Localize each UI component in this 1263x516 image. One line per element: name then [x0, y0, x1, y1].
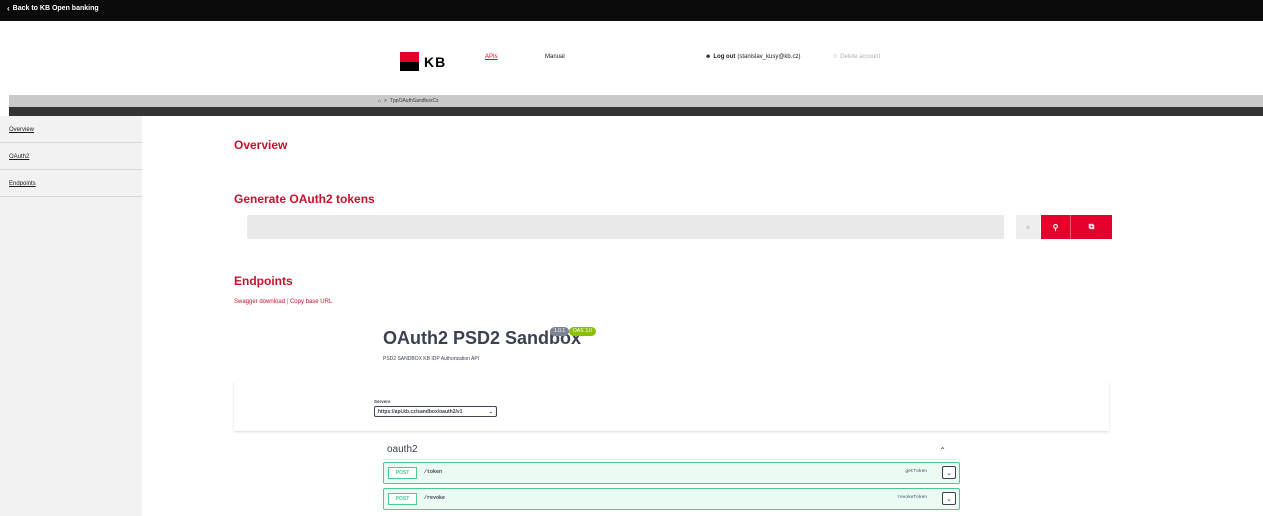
divider-band: [9, 107, 1263, 116]
logo-text: KB: [424, 53, 447, 70]
operation-path: /token: [424, 469, 443, 475]
operation-post-revoke[interactable]: POST /revoke revokeToken ⌄: [383, 488, 960, 510]
back-link-label: Back to KB Open banking: [12, 5, 99, 12]
operation-id: getToken: [905, 469, 927, 474]
top-bar: ‹ Back to KB Open banking: [0, 0, 1263, 21]
servers-label: Servers: [374, 399, 391, 404]
chevron-left-icon: ‹: [7, 4, 10, 13]
copy-base-url-link[interactable]: Copy base URL: [290, 299, 332, 305]
breadcrumb-current: TppOAuthSandboxCz: [389, 98, 439, 104]
method-badge: POST: [388, 493, 417, 505]
delete-account-link[interactable]: ☺ Delete account: [832, 54, 880, 60]
swagger-download-link[interactable]: Swagger download: [234, 299, 285, 305]
breadcrumb: ⌂ > TppOAuthSandboxCz: [378, 98, 439, 104]
user-icon: ☻: [705, 54, 712, 60]
sidebar: Overview OAuth2 Endpoints: [0, 116, 142, 516]
endpoint-links: Swagger download | Copy base URL: [234, 299, 332, 305]
generate-tokens-heading: Generate OAuth2 tokens: [234, 192, 375, 206]
server-url: https://api.kb.cz/sandbox/oauth2/v1: [378, 408, 463, 415]
token-output-field[interactable]: [247, 215, 1004, 239]
tag-header-oauth2[interactable]: oauth2 ⌃: [383, 442, 960, 460]
api-description: PSD2 SANDBOX KB IDP Authorization API: [383, 356, 480, 362]
kb-logo[interactable]: KB: [400, 52, 446, 71]
endpoints-heading: Endpoints: [234, 274, 293, 288]
version-badge: 1.0.1: [550, 327, 570, 336]
home-icon[interactable]: ⌂: [378, 98, 381, 104]
refresh-token-button[interactable]: ●: [1016, 215, 1040, 239]
refresh-icon: ●: [1025, 222, 1031, 232]
operation-id: revokeToken: [897, 495, 927, 500]
nav-apis-link[interactable]: APIs: [485, 54, 498, 60]
servers-panel: Servers https://api.kb.cz/sandbox/oauth2…: [234, 381, 1109, 431]
logout-link[interactable]: ☻ Log out (stanislav_kusy@kb.cz): [705, 54, 800, 60]
kb-logo-mark-icon: [400, 52, 419, 71]
sidebar-item-oauth2[interactable]: OAuth2: [0, 143, 142, 170]
oas-badge: OAS 3.0: [569, 327, 596, 336]
overview-heading: Overview: [234, 138, 288, 152]
back-to-open-banking-link[interactable]: ‹ Back to KB Open banking: [7, 4, 99, 13]
chevron-down-icon: ⌄: [488, 408, 493, 415]
nav-manual-link[interactable]: Manual: [545, 54, 565, 60]
copy-token-button[interactable]: ⧉: [1070, 215, 1112, 239]
method-badge: POST: [388, 467, 417, 479]
user-delete-icon: ☺: [832, 54, 839, 60]
logout-label: Log out: [713, 54, 736, 60]
operation-post-token[interactable]: POST /token getToken ⌄: [383, 462, 960, 484]
tag-name: oauth2: [387, 444, 418, 455]
chevron-down-icon[interactable]: ⌄: [942, 466, 956, 479]
delete-account-label: Delete account: [840, 54, 881, 60]
chevron-up-icon: ⌃: [939, 446, 946, 455]
servers-select[interactable]: https://api.kb.cz/sandbox/oauth2/v1 ⌄: [374, 406, 497, 417]
chevron-down-icon[interactable]: ⌄: [942, 492, 956, 505]
generate-token-button[interactable]: ⚲: [1041, 215, 1070, 239]
sidebar-item-overview[interactable]: Overview: [0, 116, 142, 143]
user-email: (stanislav_kusy@kb.cz): [737, 54, 801, 60]
link-separator: |: [286, 299, 289, 305]
chevron-right-icon: >: [384, 98, 387, 104]
copy-icon: ⧉: [1088, 222, 1095, 231]
header: [0, 21, 1263, 95]
operation-path: /revoke: [424, 495, 446, 501]
sidebar-item-endpoints[interactable]: Endpoints: [0, 170, 142, 197]
key-icon: ⚲: [1052, 222, 1059, 232]
breadcrumb-bar: ⌂ > TppOAuthSandboxCz: [9, 95, 1263, 107]
